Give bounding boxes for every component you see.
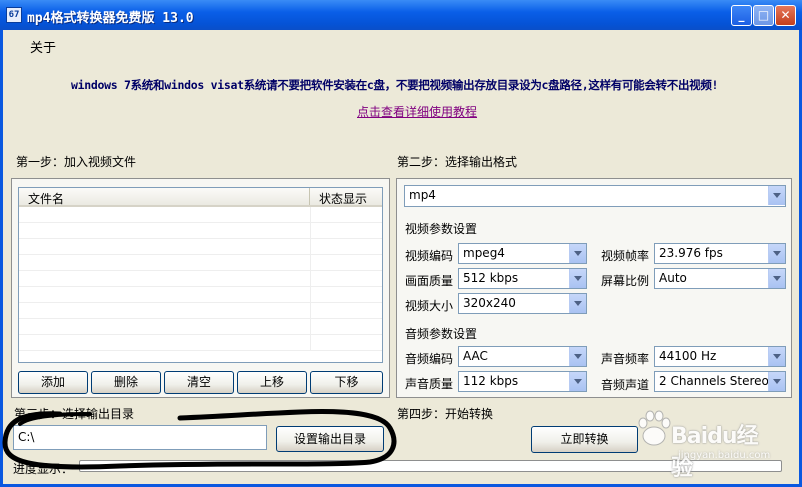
chevron-down-icon[interactable]	[768, 244, 785, 263]
move-up-button[interactable]: 上移	[237, 371, 307, 394]
video-size-label: 视频大小	[405, 299, 454, 313]
close-button[interactable]: ✕	[775, 5, 796, 26]
chevron-down-icon[interactable]	[768, 269, 785, 288]
format-value: mp4	[409, 188, 436, 202]
audio-codec-select[interactable]: AAC	[458, 346, 587, 367]
column-filename[interactable]: 文件名	[19, 188, 310, 206]
video-codec-label: 视频编码	[405, 249, 454, 263]
video-codec-select[interactable]: mpeg4	[458, 243, 587, 264]
list-item	[19, 287, 382, 303]
delete-button[interactable]: 删除	[91, 371, 161, 394]
list-item	[19, 207, 382, 223]
move-down-button[interactable]: 下移	[310, 371, 383, 394]
progress-bar	[79, 460, 782, 472]
warning-text: windows 7系统和windos visat系统请不要把软件安装在c盘，不要…	[71, 78, 719, 92]
video-size-select[interactable]: 320x240	[458, 293, 587, 314]
file-list-rows	[19, 207, 382, 351]
window-title: mp4格式转换器免费版 13.0	[27, 11, 194, 26]
video-framerate-select[interactable]: 23.976 fps	[654, 243, 786, 264]
list-item	[19, 319, 382, 335]
file-list-header: 文件名 状态显示	[19, 188, 382, 207]
list-item	[19, 303, 382, 319]
video-quality-label: 画面质量	[405, 274, 454, 288]
set-output-dir-button[interactable]: 设置输出目录	[276, 426, 384, 452]
column-status[interactable]: 状态显示	[311, 188, 381, 206]
list-item	[19, 271, 382, 287]
aspect-ratio-value: Auto	[659, 271, 687, 285]
video-framerate-value: 23.976 fps	[659, 246, 723, 260]
chevron-down-icon[interactable]	[569, 347, 586, 366]
format-select[interactable]: mp4	[404, 185, 786, 207]
audio-quality-select[interactable]: 112 kbps	[458, 371, 587, 392]
chevron-down-icon[interactable]	[569, 294, 586, 313]
audio-channels-select[interactable]: 2 Channels Stereo	[654, 371, 786, 392]
clear-button[interactable]: 清空	[164, 371, 234, 394]
video-codec-value: mpeg4	[463, 246, 505, 260]
audio-codec-label: 音频编码	[405, 352, 454, 366]
audio-channels-label: 音频声道	[601, 378, 650, 392]
video-quality-value: 512 kbps	[463, 271, 519, 285]
step1-label: 第一步：加入视频文件	[16, 155, 137, 169]
chevron-down-icon[interactable]	[768, 186, 785, 205]
audio-samplerate-label: 声音频率	[601, 352, 650, 366]
audio-section-label: 音频参数设置	[405, 327, 478, 341]
start-convert-button[interactable]: 立即转换	[531, 426, 638, 453]
audio-codec-value: AAC	[463, 349, 488, 363]
minimize-button[interactable]: _	[731, 5, 752, 26]
audio-quality-label: 声音质量	[405, 377, 454, 391]
list-item	[19, 255, 382, 271]
tutorial-link[interactable]: 点击查看详细使用教程	[357, 103, 477, 120]
chevron-down-icon[interactable]	[569, 269, 586, 288]
progress-label: 进度显示：	[13, 462, 74, 476]
title-bar[interactable]: 67 mp4格式转换器免费版 13.0 _ □ ✕	[0, 0, 802, 30]
chevron-down-icon[interactable]	[569, 244, 586, 263]
video-section-label: 视频参数设置	[405, 222, 478, 236]
step3-label: 第三步：选择输出目录	[14, 407, 135, 421]
menu-about[interactable]: 关于	[30, 37, 56, 56]
step4-label: 第四步：开始转换	[397, 407, 494, 421]
video-size-value: 320x240	[463, 296, 516, 310]
chevron-down-icon[interactable]	[768, 347, 785, 366]
aspect-ratio-label: 屏幕比例	[601, 274, 650, 288]
aspect-ratio-select[interactable]: Auto	[654, 268, 786, 289]
list-item	[19, 239, 382, 255]
maximize-button[interactable]: □	[753, 5, 774, 26]
video-framerate-label: 视频帧率	[601, 249, 650, 263]
chevron-down-icon[interactable]	[569, 372, 586, 391]
file-list[interactable]: 文件名 状态显示	[18, 187, 383, 363]
add-button[interactable]: 添加	[18, 371, 88, 394]
step2-label: 第二步：选择输出格式	[397, 155, 518, 169]
chevron-down-icon[interactable]	[768, 372, 785, 391]
audio-quality-value: 112 kbps	[463, 374, 519, 388]
list-item	[19, 223, 382, 239]
audio-samplerate-select[interactable]: 44100 Hz	[654, 346, 786, 367]
audio-channels-value: 2 Channels Stereo	[659, 374, 769, 388]
output-dir-input[interactable]: C:\	[13, 425, 267, 450]
audio-samplerate-value: 44100 Hz	[659, 349, 717, 363]
app-icon: 67	[6, 7, 22, 23]
video-quality-select[interactable]: 512 kbps	[458, 268, 587, 289]
list-item	[19, 335, 382, 351]
